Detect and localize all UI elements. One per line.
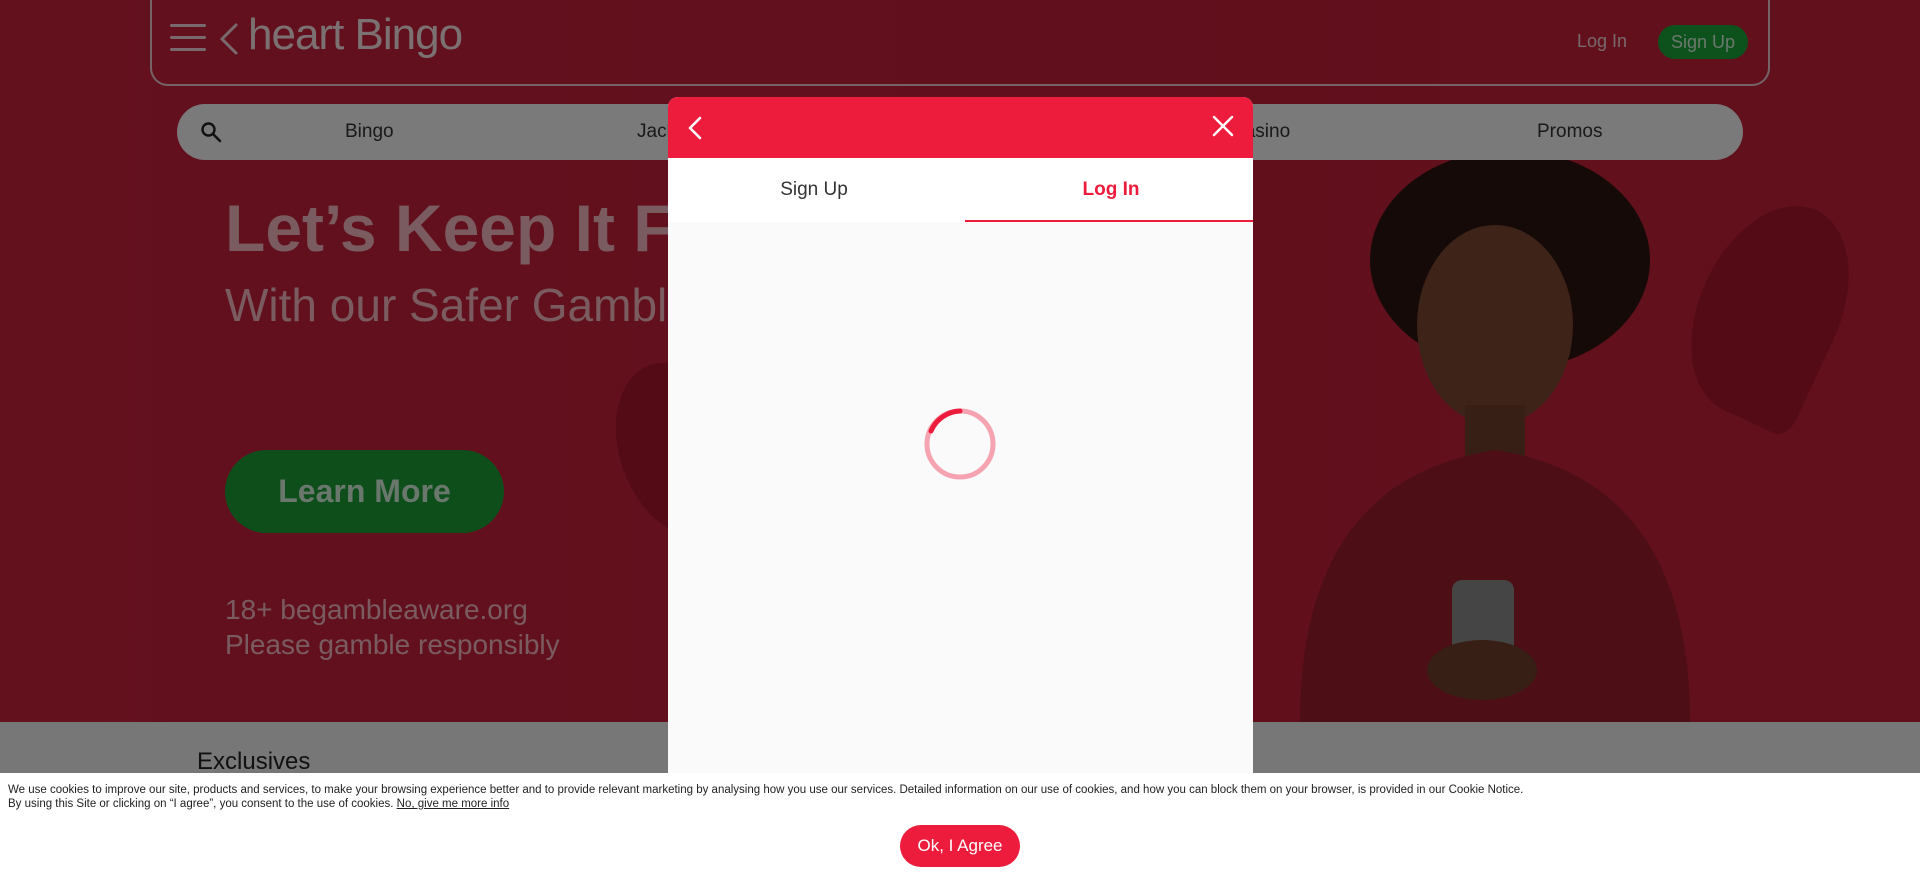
close-icon[interactable] [1211, 114, 1235, 138]
more-info-link[interactable]: No, give me more info [397, 798, 510, 810]
cookie-notice-text: We use cookies to improve our site, prod… [8, 783, 1523, 811]
cookie-agree-button[interactable]: Ok, I Agree [900, 825, 1020, 867]
back-arrow-icon[interactable] [684, 115, 708, 141]
cookie-banner: We use cookies to improve our site, prod… [0, 773, 1920, 885]
cookie-consent-text: By using this Site or clicking on “I agr… [8, 798, 394, 810]
cookie-text-line1: We use cookies to improve our site, prod… [8, 784, 1524, 796]
loading-spinner-icon [924, 408, 996, 480]
modal-header [668, 97, 1253, 158]
cookie-text-line2: By using this Site or clicking on “I agr… [8, 797, 1523, 811]
tab-log-in[interactable]: Log In [965, 158, 1253, 222]
login-modal: Sign Up Log In [668, 97, 1253, 773]
auth-tabs: Sign Up Log In [668, 158, 1253, 222]
tab-sign-up[interactable]: Sign Up [668, 158, 960, 222]
